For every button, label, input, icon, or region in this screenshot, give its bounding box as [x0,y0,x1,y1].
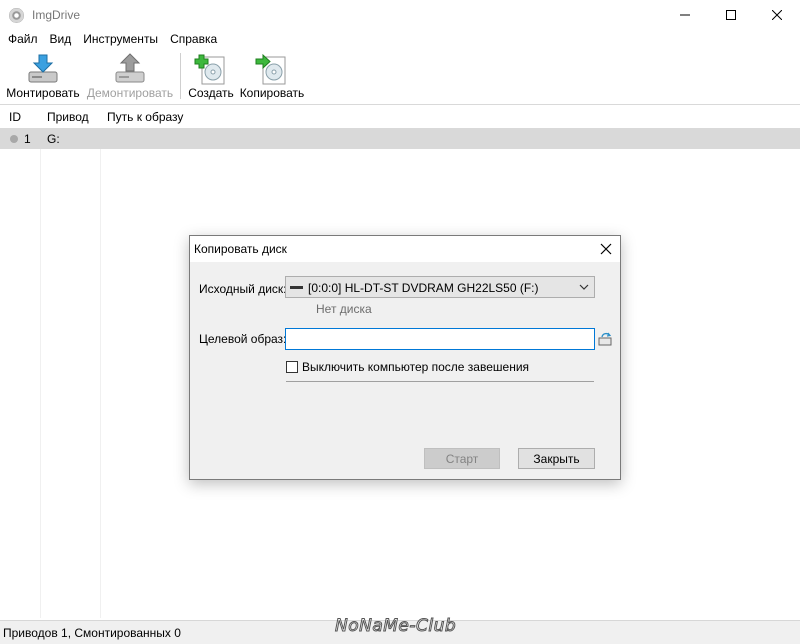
mount-drive-icon [28,54,58,83]
toolbar: Монтировать Демонтировать Создать Копиро… [0,49,800,105]
row-id: 1 [24,132,31,146]
copy-button[interactable]: Копировать [238,51,306,101]
column-image-path[interactable]: Путь к образу [107,110,183,124]
close-button[interactable]: Закрыть [518,448,595,469]
toolbar-separator [180,53,181,99]
shutdown-checkbox[interactable] [286,361,298,373]
menu-help[interactable]: Справка [164,30,223,49]
copy-disc-icon [255,53,286,85]
dialog-title-bar: Копировать диск [190,236,620,262]
close-icon [772,10,782,20]
dialog-title: Копировать диск [194,242,287,256]
dialog-close-icon[interactable] [598,241,614,257]
menu-file[interactable]: Файл [2,30,44,49]
status-text: Приводов 1, Смонтированных 0 [3,626,181,640]
dialog-separator [286,381,594,382]
window-title: ImgDrive [32,8,81,22]
menu-bar: Файл Вид Инструменты Справка [0,30,800,49]
copy-label: Копировать [239,86,305,100]
drive-status-icon [10,135,18,143]
source-disc-select[interactable]: [0:0:0] HL-DT-ST DVDRAM GH22LS50 (F:) [285,276,595,298]
title-bar: ImgDrive [0,0,800,30]
unmount-drive-icon [115,53,145,83]
app-disc-icon [9,8,24,23]
maximize-button[interactable] [708,0,754,30]
column-divider [100,128,101,618]
minimize-button[interactable] [662,0,708,30]
watermark: NoNaMe-Club [334,616,457,637]
source-disc-label: Исходный диск: [199,282,287,296]
create-label: Создать [188,86,234,100]
close-window-button[interactable] [754,0,800,30]
row-drive: G: [47,132,60,146]
unmount-label: Демонтировать [86,86,174,100]
disc-status-text: Нет диска [316,302,372,316]
source-disc-value: [0:0:0] HL-DT-ST DVDRAM GH22LS50 (F:) [308,281,539,295]
start-button[interactable]: Старт [424,448,500,469]
chevron-down-icon [579,284,589,290]
create-button[interactable]: Создать [188,51,234,101]
target-image-label: Целевой образ: [199,332,287,346]
shutdown-checkbox-label: Выключить компьютер после завешения [302,360,530,374]
mount-button[interactable]: Монтировать [6,51,80,101]
menu-tools[interactable]: Инструменты [77,30,164,49]
browse-folder-icon[interactable] [598,332,612,346]
drive-list-header: ID Привод Путь к образу [0,106,800,128]
column-drive[interactable]: Привод [47,110,89,124]
shutdown-checkbox-row[interactable]: Выключить компьютер после завешения [286,360,529,374]
maximize-icon [726,10,736,20]
copy-disc-dialog: Копировать диск Исходный диск: [0:0:0] H… [189,235,621,480]
table-row[interactable]: 1 G: [0,128,800,149]
column-divider [40,128,41,618]
menu-view[interactable]: Вид [44,30,78,49]
unmount-button[interactable]: Демонтировать [86,51,174,101]
optical-drive-icon [290,286,303,289]
minimize-icon [680,14,690,16]
column-id[interactable]: ID [9,110,21,124]
target-image-input[interactable] [285,328,595,350]
create-image-icon [194,54,225,85]
mount-label: Монтировать [6,86,80,100]
